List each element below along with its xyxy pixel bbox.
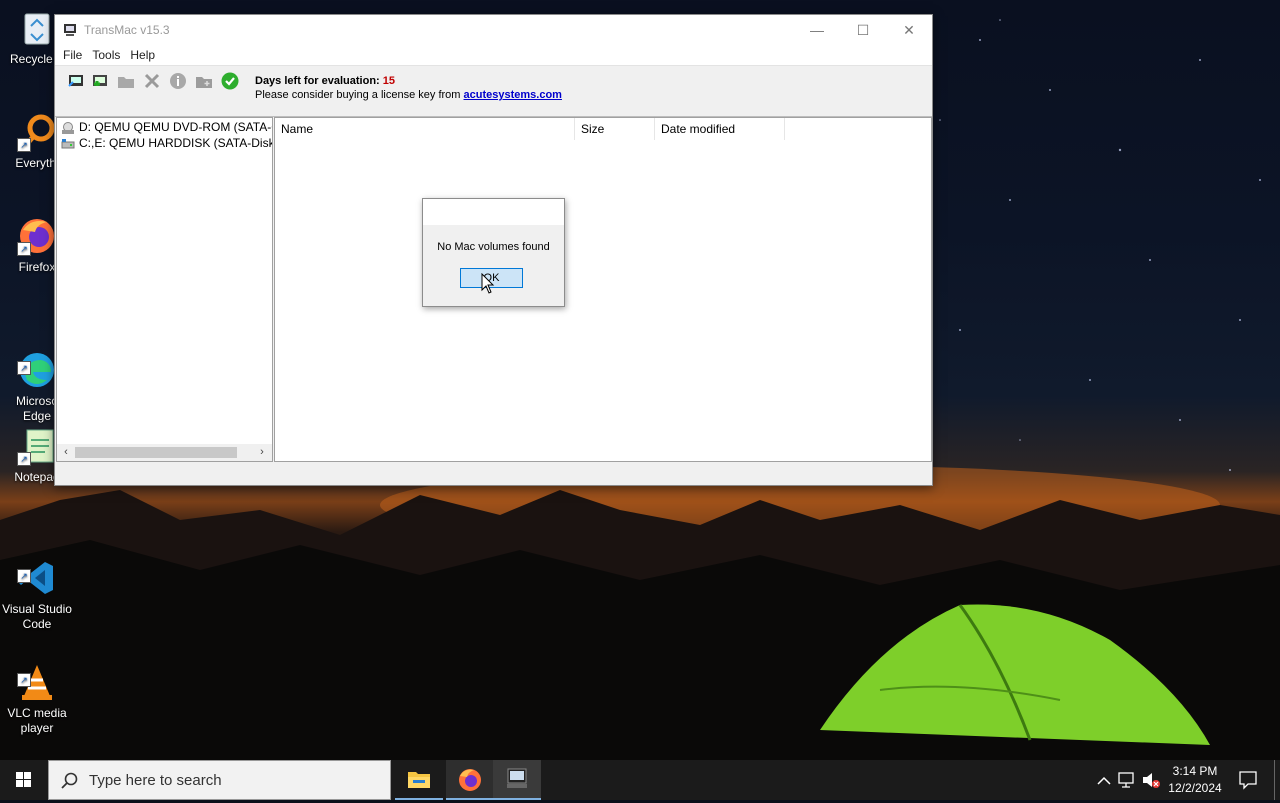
evaluation-notice: Days left for evaluation: 15 Please cons… [255, 74, 562, 102]
shortcut-arrow-icon: ↗ [17, 242, 31, 256]
everything-search-icon: ↗ [17, 112, 57, 152]
show-desktop-button[interactable] [1274, 760, 1280, 800]
action-center-button[interactable] [1234, 760, 1262, 800]
tree-item-label: C:,E: QEMU HARDDISK (SATA-Disk) [79, 136, 273, 150]
cd-drive-icon [61, 121, 75, 134]
taskbar: Type here to search 3:14 PM 12/2/2024 [0, 760, 1280, 800]
windows-logo-icon [16, 772, 31, 787]
desktop-icon-label: Visual Studio Code [2, 602, 72, 631]
firefox-icon: ↗ [17, 216, 57, 256]
file-list: Name Size Date modified [274, 117, 932, 462]
new-folder-icon[interactable] [195, 72, 213, 90]
show-hidden-icons-button[interactable] [1094, 760, 1114, 800]
transmac-app-icon [63, 23, 77, 37]
window-title: TransMac v15.3 [84, 23, 170, 37]
dialog-message: No Mac volumes found [437, 241, 550, 253]
volume-tray-icon[interactable] [1140, 760, 1162, 800]
folder-icon[interactable] [117, 72, 135, 90]
clock-date: 12/2/2024 [1168, 781, 1222, 795]
desktop-icon-label: VLC media player [7, 706, 67, 735]
hard-disk-icon [61, 138, 75, 150]
mouse-cursor-icon [481, 273, 495, 294]
shortcut-arrow-icon: ↗ [17, 569, 31, 583]
toolbar: Days left for evaluation: 15 Please cons… [55, 66, 932, 117]
tree-item-hard-disk[interactable]: C:,E: QEMU HARDDISK (SATA-Disk) [61, 136, 273, 150]
column-header-date-modified[interactable]: Date modified [655, 118, 785, 140]
menu-file[interactable]: File [58, 45, 87, 65]
taskbar-firefox[interactable] [446, 760, 494, 800]
taskbar-transmac[interactable] [493, 760, 541, 800]
title-bar[interactable]: TransMac v15.3 — ☐ ✕ [55, 15, 932, 45]
drive-tree: D: QEMU QEMU DVD-ROM (SATA-CdR C:,E: QEM… [56, 117, 273, 462]
shortcut-arrow-icon: ↗ [17, 452, 31, 466]
license-link[interactable]: acutesystems.com [464, 89, 562, 101]
close-button[interactable]: ✕ [886, 15, 932, 45]
delete-icon[interactable] [143, 72, 161, 90]
maximize-button[interactable]: ☐ [840, 15, 886, 45]
clock-time: 3:14 PM [1172, 764, 1218, 778]
chevron-up-icon [1097, 776, 1111, 785]
transmac-app-icon [507, 768, 527, 788]
status-bar [55, 463, 932, 485]
info-icon[interactable] [169, 72, 187, 90]
taskbar-file-explorer[interactable] [395, 760, 443, 800]
desktop-icon-vscode[interactable]: ↗ Visual Studio Code [0, 528, 74, 647]
start-button[interactable] [0, 760, 48, 800]
notification-icon [1239, 771, 1257, 790]
help-icon[interactable] [221, 72, 239, 90]
taskbar-search-box[interactable]: Type here to search [48, 760, 391, 800]
menu-tools[interactable]: Tools [87, 45, 125, 65]
open-disk-icon[interactable] [67, 72, 85, 90]
vscode-icon: ↗ [17, 543, 57, 594]
network-tray-icon[interactable] [1116, 760, 1138, 800]
recycle-bin-icon [17, 8, 57, 48]
column-header-size[interactable]: Size [575, 118, 655, 140]
eval-days-label: Days left for evaluation: [255, 75, 380, 87]
desktop-icon-vlc[interactable]: ↗ VLC media player [0, 632, 74, 751]
taskbar-clock[interactable]: 3:14 PM 12/2/2024 [1166, 763, 1224, 797]
menu-bar: File Tools Help [55, 45, 932, 66]
shortcut-arrow-icon: ↗ [17, 138, 31, 152]
dialog-title-bar[interactable] [423, 199, 564, 225]
shortcut-arrow-icon: ↗ [17, 673, 31, 687]
file-explorer-icon [408, 772, 430, 788]
scroll-left-icon[interactable]: ‹ [59, 445, 73, 460]
eval-days-value: 15 [382, 75, 396, 87]
scrollbar-thumb[interactable] [75, 447, 237, 458]
notepad-icon: ↗ [17, 426, 57, 466]
tree-item-label: D: QEMU QEMU DVD-ROM (SATA-CdR [79, 120, 272, 134]
search-icon [61, 772, 78, 789]
edge-icon: ↗ [17, 335, 57, 387]
save-disk-icon[interactable] [91, 72, 109, 90]
menu-help[interactable]: Help [125, 45, 160, 65]
vlc-icon: ↗ [17, 647, 57, 700]
shortcut-arrow-icon: ↗ [17, 361, 31, 375]
horizontal-scrollbar[interactable]: ‹ › [57, 444, 272, 461]
column-header-name[interactable]: Name [275, 118, 575, 140]
minimize-button[interactable]: — [794, 15, 840, 45]
license-text: Please consider buying a license key fro… [255, 89, 461, 101]
tree-item-dvd-drive[interactable]: D: QEMU QEMU DVD-ROM (SATA-CdR [61, 120, 272, 134]
scroll-right-icon[interactable]: › [255, 445, 269, 460]
firefox-icon [459, 769, 481, 791]
volume-muted-icon [1143, 773, 1160, 788]
search-placeholder: Type here to search [89, 772, 222, 789]
network-icon [1118, 772, 1134, 788]
